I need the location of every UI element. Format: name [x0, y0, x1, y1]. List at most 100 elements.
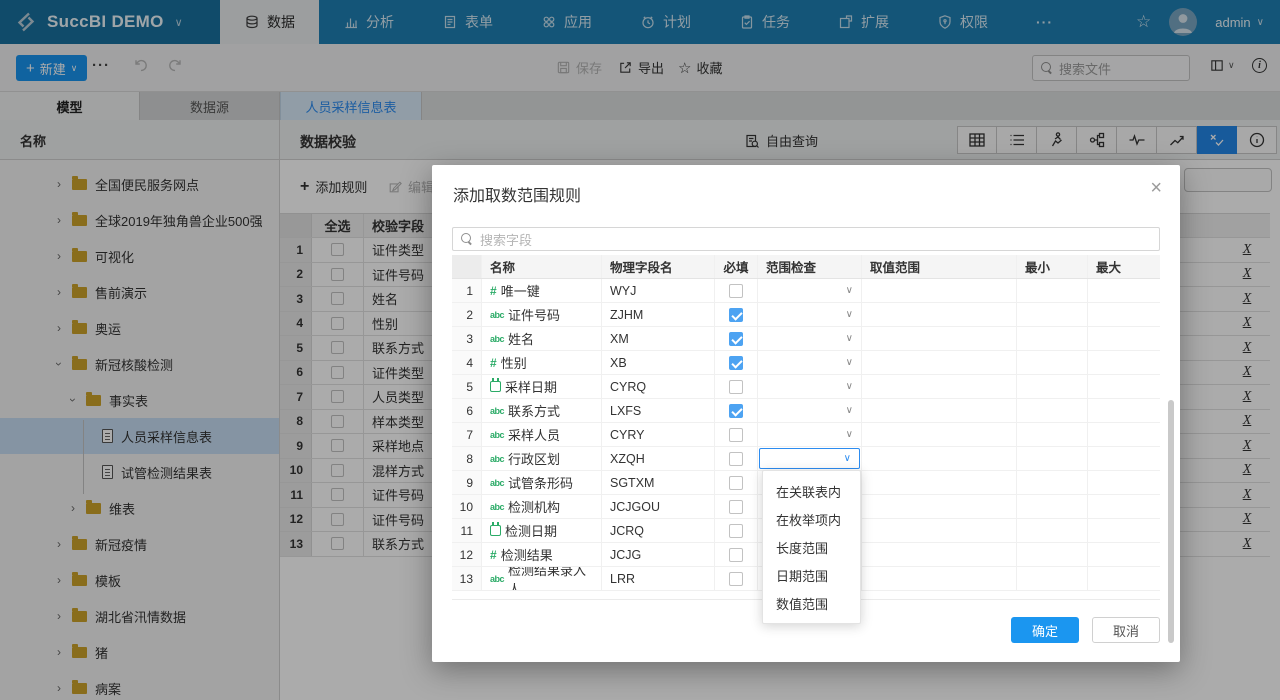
required-checkbox[interactable] [729, 332, 743, 346]
chevron-down-icon[interactable]: ∨ [846, 357, 853, 368]
field-row-number: 10 [452, 495, 482, 518]
chevron-down-icon[interactable]: ∨ [846, 309, 853, 320]
dialog-title: 添加取数范围规则 [453, 182, 581, 206]
max-cell [1088, 543, 1160, 566]
max-cell [1088, 399, 1160, 422]
required-checkbox[interactable] [729, 500, 743, 514]
field-row: 8abc行政区划XZQH∨ [452, 447, 1160, 471]
dropdown-option-3[interactable]: 长度范围 [763, 533, 860, 561]
max-cell [1088, 327, 1160, 350]
chevron-down-icon[interactable]: ∨ [846, 285, 853, 296]
required-cell [715, 351, 758, 374]
value-range-cell [862, 303, 1017, 326]
field-display-name: 性别 [501, 353, 527, 372]
dropdown-option-4[interactable]: 日期范围 [763, 561, 860, 589]
field-name-cell: 检测日期 [482, 519, 602, 542]
required-cell [715, 471, 758, 494]
min-cell [1017, 423, 1088, 446]
required-checkbox[interactable] [729, 476, 743, 490]
required-checkbox[interactable] [729, 428, 743, 442]
required-checkbox[interactable] [729, 380, 743, 394]
value-range-cell [862, 447, 1017, 470]
max-cell [1088, 279, 1160, 302]
max-cell [1088, 495, 1160, 518]
field-name-cell: #检测结果 [482, 543, 602, 566]
range-check-cell: ∨ [758, 447, 862, 470]
field-name-cell: abc联系方式 [482, 399, 602, 422]
field-name-cell: abc 检测结果录入人 [482, 567, 602, 590]
required-cell [715, 423, 758, 446]
field-name-cell: abc证件号码 [482, 303, 602, 326]
string-type-icon: abc [490, 478, 504, 488]
succbi-app: SuccBI DEMO ∨ 数据分析表单应用计划任务扩展权限··· ☆ admi… [0, 0, 1280, 700]
value-range-cell [862, 375, 1017, 398]
physical-field-name: XZQH [602, 447, 715, 470]
required-checkbox[interactable] [729, 356, 743, 370]
required-checkbox[interactable] [729, 548, 743, 562]
range-check-select-open[interactable]: ∨ [759, 448, 860, 469]
value-range-cell [862, 471, 1017, 494]
field-name-cell: #唯一键 [482, 279, 602, 302]
required-checkbox[interactable] [729, 452, 743, 466]
date-type-icon [490, 381, 501, 392]
field-name-cell: abc检测机构 [482, 495, 602, 518]
max-cell [1088, 423, 1160, 446]
field-display-name: 试管条形码 [508, 473, 573, 492]
range-check-dropdown: 在关联表内在枚举项内长度范围日期范围数值范围 [762, 470, 861, 624]
ok-button[interactable]: 确定 [1011, 617, 1079, 643]
required-checkbox[interactable] [729, 524, 743, 538]
field-row-number: 3 [452, 327, 482, 350]
value-range-cell [862, 279, 1017, 302]
string-type-icon: abc [490, 574, 504, 584]
field-row-number: 5 [452, 375, 482, 398]
physical-field-name: JCJG [602, 543, 715, 566]
required-checkbox[interactable] [729, 308, 743, 322]
field-display-name: 检测结果录入人 [508, 567, 593, 590]
physical-field-name: CYRQ [602, 375, 715, 398]
dropdown-option-1[interactable]: 在关联表内 [763, 477, 860, 505]
max-cell [1088, 471, 1160, 494]
dropdown-option-2[interactable]: 在枚举项内 [763, 505, 860, 533]
required-checkbox[interactable] [729, 572, 743, 586]
min-cell [1017, 351, 1088, 374]
required-cell [715, 399, 758, 422]
max-cell [1088, 303, 1160, 326]
field-display-name: 行政区划 [508, 449, 560, 468]
field-search-input[interactable]: 搜索字段 [452, 227, 1160, 251]
field-row-number: 7 [452, 423, 482, 446]
field-row: 1#唯一键WYJ∨ [452, 279, 1160, 303]
field-display-name: 检测日期 [505, 521, 557, 540]
dropdown-option-5[interactable]: 数值范围 [763, 589, 860, 617]
value-range-cell [862, 567, 1017, 590]
field-name-cell: abc采样人员 [482, 423, 602, 446]
chevron-down-icon[interactable]: ∨ [846, 333, 853, 344]
value-range-cell [862, 327, 1017, 350]
fields-table-header: 名称 物理字段名 必填 范围检查 取值范围 最小 最大 [452, 255, 1160, 279]
required-checkbox[interactable] [729, 404, 743, 418]
field-row-number: 11 [452, 519, 482, 542]
range-check-cell: ∨ [758, 303, 862, 326]
required-checkbox[interactable] [729, 284, 743, 298]
cancel-button[interactable]: 取消 [1092, 617, 1160, 643]
min-cell [1017, 303, 1088, 326]
max-cell [1088, 519, 1160, 542]
min-cell [1017, 279, 1088, 302]
field-display-name: 检测结果 [501, 545, 553, 564]
field-display-name: 证件号码 [508, 305, 560, 324]
field-name-cell: abc行政区划 [482, 447, 602, 470]
range-check-cell: ∨ [758, 375, 862, 398]
range-check-cell: ∨ [758, 279, 862, 302]
close-icon[interactable]: × [1150, 178, 1162, 198]
min-cell [1017, 471, 1088, 494]
field-row-number: 6 [452, 399, 482, 422]
field-row: 5 采样日期 CYRQ ∨ [452, 375, 1160, 399]
scrollbar-thumb[interactable] [1168, 400, 1174, 643]
chevron-down-icon[interactable]: ∨ [846, 405, 853, 416]
chevron-down-icon[interactable]: ∨ [846, 429, 853, 440]
number-type-icon: # [490, 356, 497, 370]
chevron-down-icon[interactable]: ∨ [846, 381, 853, 392]
max-cell [1088, 567, 1160, 590]
field-display-name: 采样日期 [505, 377, 557, 396]
date-type-icon [490, 525, 501, 536]
value-range-cell [862, 351, 1017, 374]
